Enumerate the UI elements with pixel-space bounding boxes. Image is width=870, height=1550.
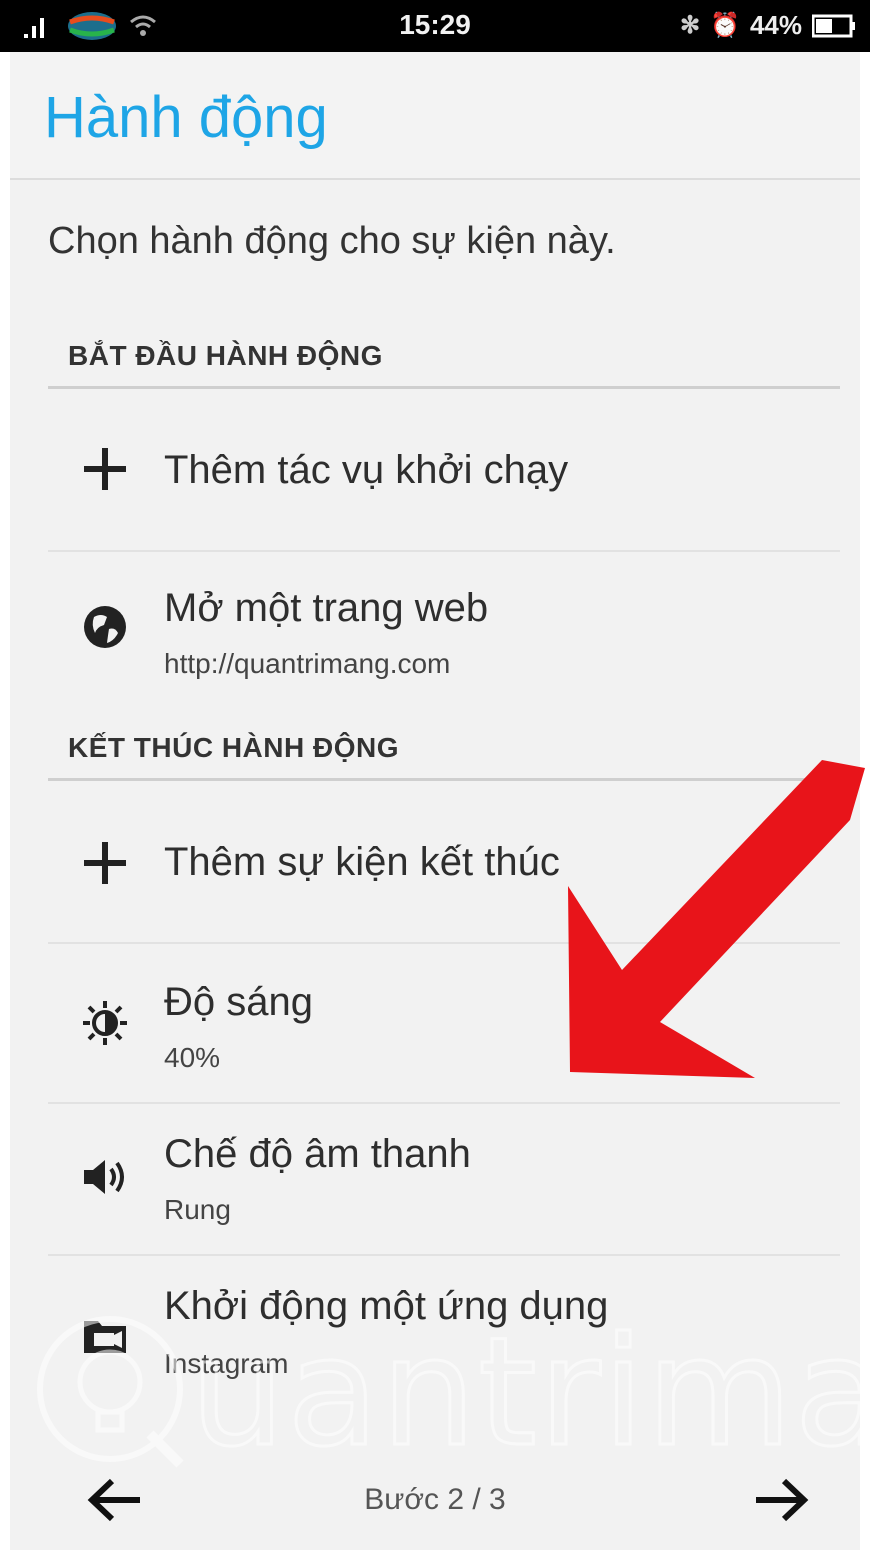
plus-icon — [78, 836, 132, 890]
section-heading: BẮT ĐẦU HÀNH ĐỘNG — [68, 340, 383, 371]
row-label: Thêm tác vụ khởi chạy — [164, 448, 569, 492]
launch-app-row[interactable]: Khởi động một ứng dụng Instagram — [48, 1256, 840, 1406]
section-heading: KẾT THÚC HÀNH ĐỘNG — [68, 732, 399, 763]
row-sublabel: Rung — [164, 1194, 231, 1225]
row-label: Khởi động một ứng dụng — [164, 1284, 609, 1328]
brightness-row[interactable]: Độ sáng 40% — [48, 944, 840, 1104]
globe-icon — [78, 600, 132, 654]
brightness-icon — [78, 996, 132, 1050]
sound-mode-row[interactable]: Chế độ âm thanh Rung — [48, 1104, 840, 1256]
page-description: Chọn hành động cho sự kiện này. — [48, 220, 616, 262]
app-bar: Hành động — [10, 52, 860, 180]
step-indicator: Bước 2 / 3 — [364, 1483, 506, 1516]
row-sublabel: http://quantrimang.com — [164, 648, 451, 679]
page-title: Hành động — [44, 85, 328, 150]
screen: Hành động Chọn hành động cho sự kiện này… — [10, 52, 870, 1550]
row-sublabel: Instagram — [164, 1348, 289, 1379]
wizard-footer: Bước 2 / 3 — [10, 1447, 860, 1547]
open-website-row[interactable]: Mở một trang web http://quantrimang.com — [48, 552, 840, 702]
row-label: Mở một trang web — [164, 586, 489, 630]
start-actions-header: BẮT ĐẦU HÀNH ĐỘNG — [48, 332, 840, 389]
add-end-event-row[interactable]: Thêm sự kiện kết thúc — [48, 784, 840, 944]
add-start-task-row[interactable]: Thêm tác vụ khởi chạy — [48, 392, 840, 552]
plus-icon — [78, 442, 132, 496]
volume-icon — [78, 1150, 132, 1204]
battery-icon — [812, 14, 855, 37]
row-label: Chế độ âm thanh — [164, 1132, 471, 1176]
status-bar: 15:29 ✻ ⏰ 44% — [0, 0, 870, 52]
next-arrow-icon[interactable] — [750, 1475, 810, 1525]
row-sublabel: 40% — [164, 1042, 221, 1073]
row-label: Độ sáng — [164, 980, 313, 1024]
alarm-icon: ⏰ — [710, 12, 740, 39]
bluetooth-icon: ✻ — [679, 12, 701, 39]
row-label: Thêm sự kiện kết thúc — [164, 840, 560, 884]
battery-percent: 44% — [749, 10, 802, 40]
end-actions-header: KẾT THÚC HÀNH ĐỘNG — [48, 724, 840, 781]
app-launch-icon — [78, 1308, 132, 1362]
